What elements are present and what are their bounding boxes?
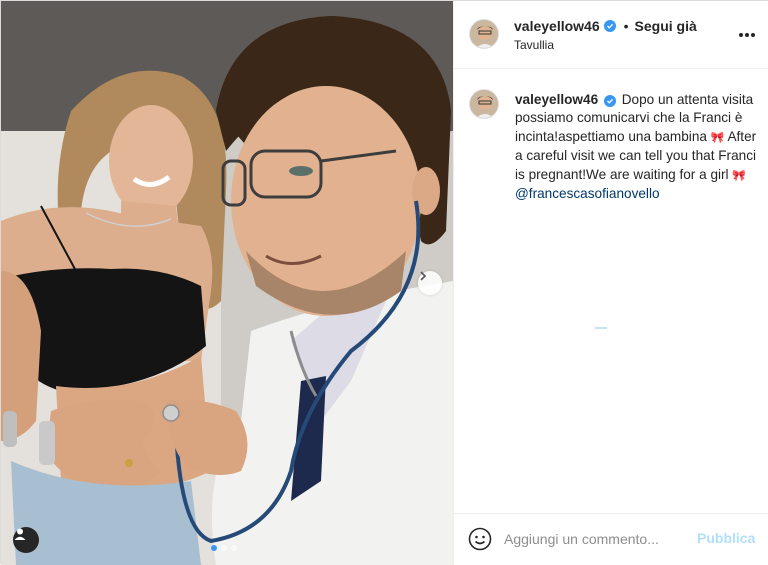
post-photo[interactable] [1,1,453,565]
caption-text: valeyellow46 Dopo un attenta visita poss… [515,91,765,203]
verified-badge-icon [603,20,616,32]
photo-illustration [1,1,453,565]
instagram-post: valeyellow46 • Segui già Tavullia valeye… [0,0,768,565]
comment-bar: Pubblica [454,513,768,565]
header-user-line: valeyellow46 • Segui già [514,18,697,34]
follow-status-button[interactable]: Segui già [635,18,697,34]
more-options-icon[interactable] [737,25,757,45]
decorative-mark [595,327,607,329]
carousel-dot [221,545,227,551]
bow-emoji: 🎀 [710,131,725,144]
caption-username[interactable]: valeyellow46 [515,92,598,107]
post-sidebar: valeyellow46 • Segui già Tavullia valeye… [453,1,768,565]
tagged-users-button[interactable] [13,527,39,553]
avatar-image [470,90,498,118]
avatar-image [470,20,498,48]
bow-emoji: 🎀 [732,169,747,182]
caption-avatar[interactable] [469,89,499,119]
chevron-right-icon [420,271,427,281]
mention-link[interactable]: @francescasofianovello [515,186,660,201]
verified-badge-icon [603,95,616,107]
location-link[interactable]: Tavullia [514,38,554,52]
comment-input[interactable] [504,528,684,550]
carousel-indicator [211,545,237,551]
user-tag-icon [14,528,26,540]
post-header: valeyellow46 • Segui già Tavullia [454,1,768,69]
emoji-icon[interactable] [468,527,492,551]
next-slide-button[interactable] [418,271,442,295]
carousel-dot-active [211,545,217,551]
publish-button[interactable]: Pubblica [697,530,755,546]
separator: • [623,18,629,34]
username-link[interactable]: valeyellow46 [514,18,600,34]
avatar[interactable] [469,19,499,49]
carousel-dot [231,545,237,551]
